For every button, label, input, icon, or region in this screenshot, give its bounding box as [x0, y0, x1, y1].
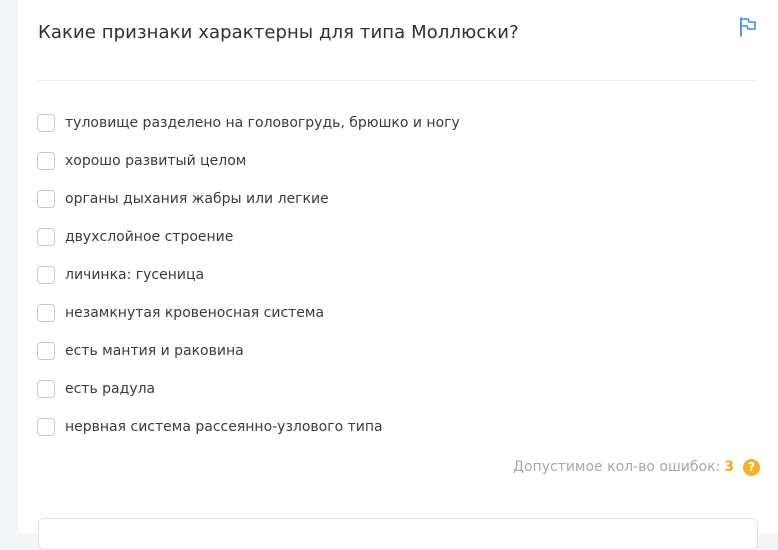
- question-mark-icon[interactable]: ?: [743, 458, 760, 476]
- checkbox[interactable]: [37, 304, 55, 322]
- allowed-errors-label: Допустимое кол-во ошибок:: [513, 459, 721, 475]
- option-label: незамкнутая кровеносная система: [65, 305, 325, 321]
- answer-options: туловище разделено на головогрудь, брюшк…: [37, 113, 460, 455]
- option-label: личинка: гусеница: [65, 267, 205, 283]
- answer-option[interactable]: нервная система рассеянно-узлового типа: [37, 417, 460, 437]
- option-label: туловище разделено на головогрудь, брюшк…: [65, 115, 460, 131]
- checkbox[interactable]: [37, 380, 55, 398]
- checkbox[interactable]: [37, 152, 55, 170]
- divider: [38, 80, 758, 81]
- allowed-errors-count: 3: [724, 459, 734, 475]
- answer-option[interactable]: двухслойное строение: [37, 227, 460, 247]
- answer-option[interactable]: есть мантия и раковина: [37, 341, 460, 361]
- checkbox[interactable]: [37, 190, 55, 208]
- checkbox[interactable]: [37, 418, 55, 436]
- checkbox[interactable]: [37, 228, 55, 246]
- answer-option[interactable]: личинка: гусеница: [37, 265, 460, 285]
- answer-option[interactable]: туловище разделено на головогрудь, брюшк…: [37, 113, 460, 133]
- answer-option[interactable]: хорошо развитый целом: [37, 151, 460, 171]
- option-label: органы дыхания жабры или легкие: [65, 191, 329, 207]
- question-title: Какие признаки характерны для типа Моллю…: [38, 22, 519, 43]
- next-panel: [38, 518, 758, 550]
- answer-option[interactable]: незамкнутая кровеносная система: [37, 303, 460, 323]
- checkbox[interactable]: [37, 266, 55, 284]
- option-label: есть мантия и раковина: [65, 343, 244, 359]
- option-label: есть радула: [65, 381, 156, 397]
- answer-option[interactable]: органы дыхания жабры или легкие: [37, 189, 460, 209]
- option-label: нервная система рассеянно-узлового типа: [65, 419, 383, 435]
- option-label: хорошо развитый целом: [65, 153, 247, 169]
- checkbox[interactable]: [37, 342, 55, 360]
- answer-option[interactable]: есть радула: [37, 379, 460, 399]
- allowed-errors: Допустимое кол-во ошибок: 3 ?: [513, 457, 760, 477]
- checkbox[interactable]: [37, 114, 55, 132]
- flag-icon[interactable]: [738, 16, 758, 38]
- question-card: Какие признаки характерны для типа Моллю…: [18, 0, 778, 550]
- option-label: двухслойное строение: [65, 229, 234, 245]
